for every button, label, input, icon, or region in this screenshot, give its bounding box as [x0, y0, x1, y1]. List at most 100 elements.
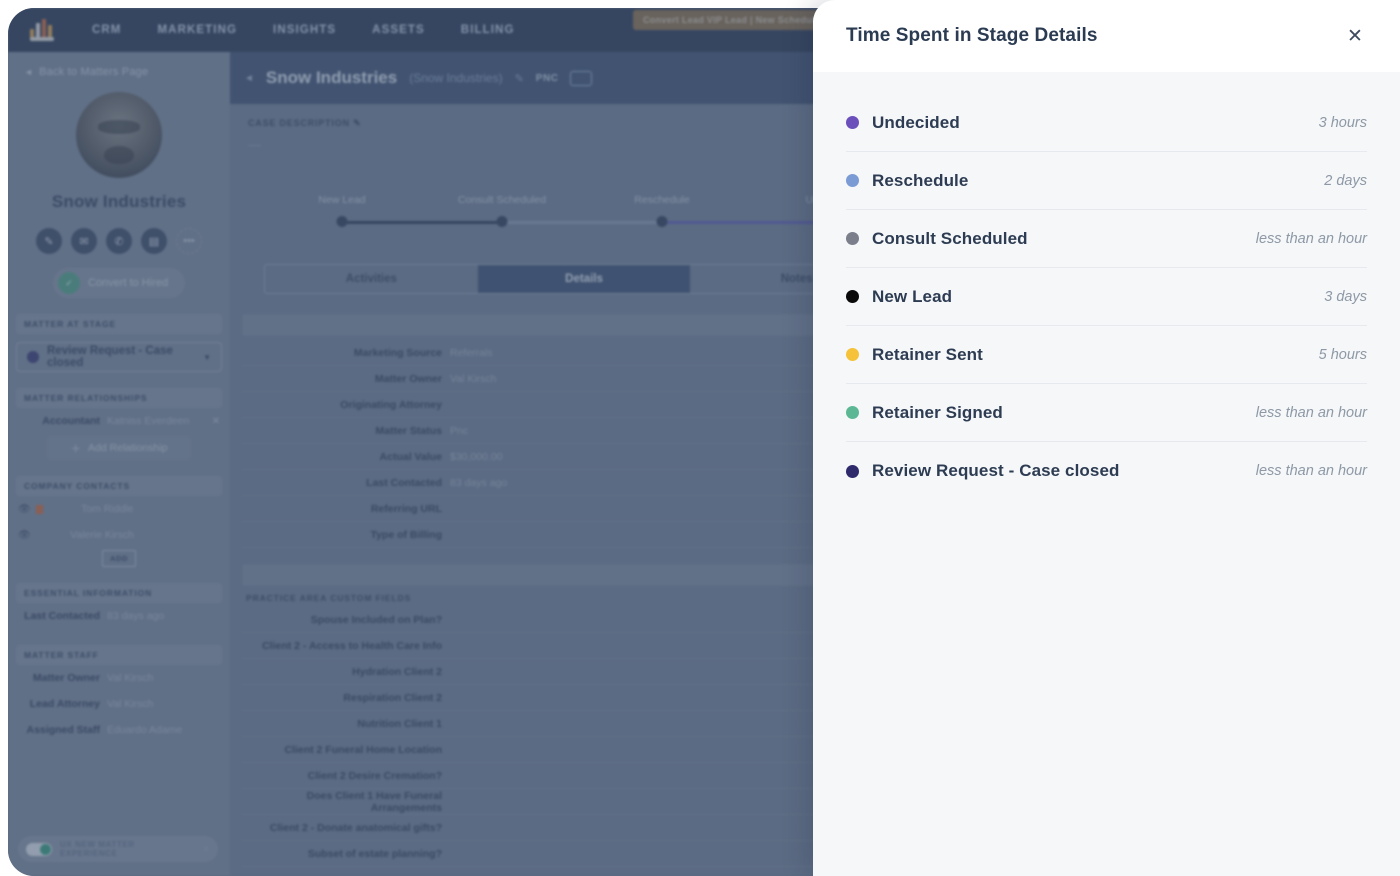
nav-item-billing[interactable]: BILLING [461, 24, 515, 36]
stage-color-dot [846, 348, 859, 361]
info-value: $30,000.00 [450, 450, 503, 463]
stage-duration: 2 days [1324, 172, 1367, 189]
staff-key: Matter Owner [32, 672, 100, 684]
custom-key: Client 2 Desire Cremation? [307, 769, 442, 782]
close-icon[interactable]: ✕ [202, 844, 210, 855]
tab-details[interactable]: Details [477, 265, 691, 293]
stage-color-dot [846, 290, 859, 303]
custom-key: Hydration Client 2 [352, 665, 442, 678]
info-key: Last Contacted [366, 476, 442, 489]
flag-icon [36, 504, 43, 514]
content-tabs: Activities Details Notes [264, 264, 904, 294]
stage-duration: 3 hours [1318, 114, 1367, 131]
more-icon[interactable]: ••• [176, 228, 202, 254]
stage-segment [502, 221, 662, 224]
contact-row[interactable]: 👁 Tom Riddle [8, 496, 230, 522]
contact-name: Valerie Kirsch [70, 529, 134, 541]
screen: CRM MARKETING INSIGHTS ASSETS BILLING Co… [0, 0, 1400, 876]
pencil-icon[interactable]: ✎ [353, 118, 361, 128]
info-key: Marketing Source [353, 346, 442, 359]
stage-color-dot [846, 116, 859, 129]
eye-icon: 👁 [18, 529, 31, 541]
modal-title: Time Spent in Stage Details [846, 25, 1098, 46]
staff-key: Lead Attorney [29, 698, 100, 710]
bar-chart-logo-icon [30, 19, 58, 41]
contact-row[interactable]: 👁 Valerie Kirsch [8, 522, 230, 548]
plus-icon: ＋ [70, 442, 82, 455]
staff-key: Assigned Staff [26, 724, 100, 736]
nav-item-insights[interactable]: INSIGHTS [273, 24, 336, 36]
toggle-switch[interactable] [26, 842, 52, 856]
chevron-left-icon[interactable]: ◄ [244, 73, 254, 84]
staff-row: Assigned Staff Eduardo Adame [8, 717, 230, 743]
pencil-icon[interactable]: ✎ [36, 228, 62, 254]
stage-row: Reschedule 2 days [846, 152, 1367, 210]
custom-key: Does Client 1 Have Funeral Arrangements [306, 789, 442, 814]
matter-at-stage-heading: MATTER AT STAGE [16, 314, 222, 334]
nav-item-assets[interactable]: ASSETS [372, 24, 425, 36]
remove-relationship-icon[interactable]: ✕ [212, 416, 220, 427]
chevron-down-icon: ▼ [203, 352, 211, 362]
add-relationship-button[interactable]: ＋ Add Relationship [47, 436, 191, 460]
info-value: 83 days ago [450, 476, 508, 489]
info-key: Matter Owner [374, 372, 442, 385]
contact-name: Tom Riddle [81, 503, 134, 515]
note-icon[interactable]: ▤ [141, 228, 167, 254]
info-key: Originating Attorney [340, 398, 442, 411]
nav-item-crm[interactable]: CRM [92, 24, 122, 36]
essential-information-heading: ESSENTIAL INFORMATION [16, 583, 222, 603]
stage-select[interactable]: Review Request - Case closed ▼ [16, 342, 222, 372]
stage-row: Consult Scheduled less than an hour [846, 210, 1367, 268]
custom-key: Subset of estate planning? [307, 847, 442, 860]
custom-key: Client 2 - Access to Health Care Info [262, 639, 442, 652]
close-icon[interactable]: ✕ [1342, 23, 1368, 49]
nav-item-marketing[interactable]: MARKETING [158, 24, 238, 36]
tab-activities[interactable]: Activities [265, 265, 478, 293]
custom-key: Client 2 - Donate anatomical gifts? [269, 821, 442, 834]
ux-toggle-label: UX NEW MATTER EXPERIENCE [60, 840, 135, 858]
ux-new-matter-experience-toggle[interactable]: UX NEW MATTER EXPERIENCE ✕ [18, 836, 218, 862]
sidebar-matter-title: Snow Industries [51, 192, 187, 211]
matter-relationships-heading: MATTER RELATIONSHIPS [16, 388, 222, 408]
stage-name: Undecided [872, 112, 960, 132]
stage-row: Review Request - Case closed less than a… [846, 442, 1367, 500]
stage-name: Retainer Signed [872, 402, 1003, 422]
stage-name: Review Request - Case closed [872, 461, 1120, 480]
info-key: Matter Status [375, 424, 442, 437]
time-spent-in-stage-modal: Time Spent in Stage Details ✕ Undecided … [813, 0, 1400, 876]
info-value: Val Kirsch [450, 372, 497, 385]
pencil-icon[interactable]: ✎ [515, 72, 524, 85]
stage-row: Retainer Signed less than an hour [846, 384, 1367, 442]
add-contact-button[interactable]: ADD [102, 550, 136, 567]
email-icon[interactable]: ✉ [71, 228, 97, 254]
stage-name: Retainer Sent [872, 344, 983, 364]
stage-label: Reschedule [634, 194, 690, 206]
phone-icon[interactable]: ✆ [106, 228, 132, 254]
card-icon [570, 70, 593, 86]
staff-row: Lead Attorney Val Kirsch [8, 691, 230, 717]
add-relationship-label: Add Relationship [88, 442, 168, 454]
custom-key: Spouse Included on Plan? [310, 613, 442, 626]
avatar [76, 92, 162, 178]
stage-duration: 5 hours [1318, 346, 1367, 363]
stage-duration: less than an hour [1255, 404, 1367, 421]
relationship-role: Accountant [42, 415, 100, 427]
relationship-name: Katniss Everdeen [107, 415, 190, 427]
stage-row: New Lead 3 days [846, 268, 1367, 326]
stage-node[interactable] [336, 216, 348, 227]
matter-staff-heading: MATTER STAFF [16, 645, 222, 665]
sidebar-action-icons: ✎ ✉ ✆ ▤ ••• [8, 228, 230, 254]
vip-banner: Convert Lead VIP Lead | New Scheduled [633, 10, 836, 30]
back-to-matters-link[interactable]: ◄ Back to Matters Page [8, 52, 230, 78]
stage-color-dot [846, 174, 859, 187]
matter-sidebar: ◄ Back to Matters Page Snow Industries ✎ … [8, 52, 230, 876]
stage-name: Consult Scheduled [872, 228, 1028, 248]
stage-select-value: Review Request - Case closed [47, 345, 173, 369]
relationship-row: Accountant Katniss Everdeen ✕ [8, 408, 230, 434]
convert-label: Convert to Hired [88, 277, 169, 289]
stage-node[interactable] [656, 216, 668, 227]
convert-to-hired-button[interactable]: ✓ Convert to Hired [53, 268, 185, 298]
stage-color-dot [846, 464, 859, 478]
stage-node[interactable] [496, 216, 508, 227]
custom-key: Nutrition Client 1 [357, 717, 442, 730]
